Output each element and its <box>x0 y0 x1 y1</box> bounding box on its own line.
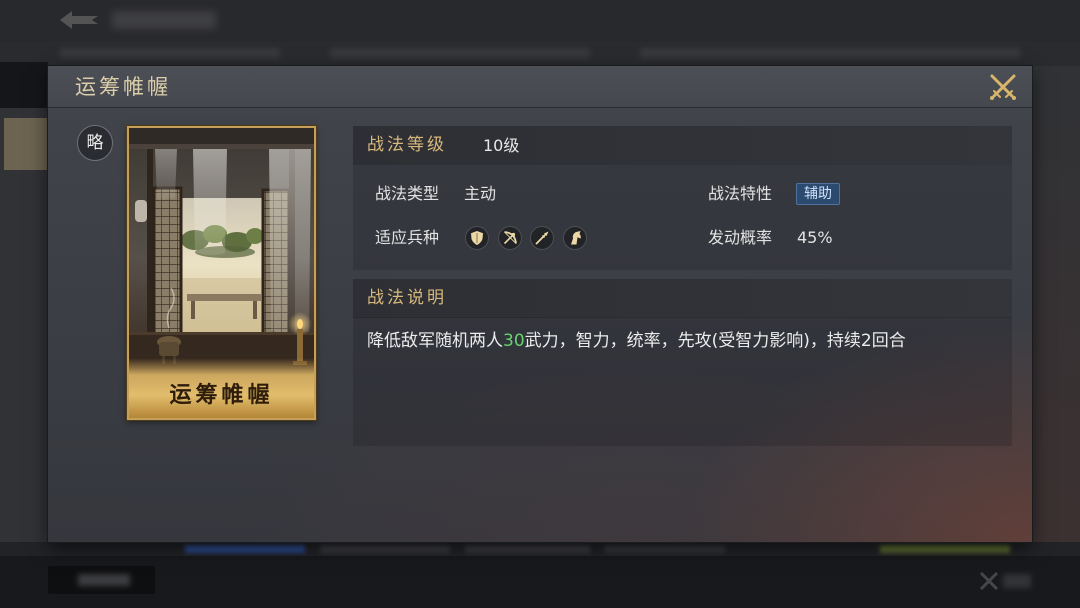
background-back-icon <box>58 8 102 32</box>
skill-card-name: 运筹帷幄 <box>169 382 274 408</box>
dialog-title: 运筹帷幄 <box>75 75 171 99</box>
shield-icon <box>465 226 489 250</box>
background-header-blur <box>112 11 216 29</box>
skill-level-header: 战法等级 10级 <box>353 126 1012 165</box>
background-left-tab <box>0 62 48 108</box>
skill-card: 运筹帷幄 <box>127 126 316 420</box>
skill-category-badge: 略 <box>77 125 113 161</box>
background-strip-bar <box>465 545 590 553</box>
background-strip-bar <box>880 545 1010 553</box>
skill-description-text: 降低敌军随机两人30武力，智力，统率，先攻(受智力影响)，持续2回合 <box>367 329 906 353</box>
skill-level-value: 10级 <box>483 136 520 155</box>
background-strip-bar <box>320 545 450 553</box>
trigger-rate-label: 发动概率 <box>708 228 773 247</box>
skill-trait-badge: 辅助 <box>796 183 840 205</box>
background-crossed-icon <box>978 570 1000 592</box>
skill-description-box: 降低敌军随机两人30武力，智力，统率，先攻(受智力影响)，持续2回合 <box>353 317 1012 446</box>
skill-type-value: 主动 <box>464 184 497 203</box>
skill-description-label: 战法说明 <box>367 288 447 308</box>
spear-icon <box>530 226 554 250</box>
dialog-title-bar: 运筹帷幄 <box>48 66 1032 108</box>
skill-card-artwork <box>129 128 314 418</box>
background-tab-blur <box>60 48 280 58</box>
background-left-tab-selected <box>4 118 48 170</box>
trigger-rate-value: 45% <box>797 228 833 247</box>
close-icon[interactable] <box>987 71 1019 103</box>
skill-info-panel: 战法类型 主动 战法特性 辅助 适应兵种 发动概率 45% <box>353 165 1012 270</box>
troop-types-label: 适应兵种 <box>375 228 440 247</box>
background-button-blur <box>78 574 130 586</box>
skill-description-header: 战法说明 <box>353 279 1012 318</box>
bow-icon <box>498 226 522 250</box>
background-strip-bar <box>185 545 305 553</box>
skill-detail-dialog: 运筹帷幄 略 运筹帷幄 战法等级 10级 战法类型 主动 战法特性 辅助 适应兵… <box>48 66 1032 542</box>
skill-trait-label: 战法特性 <box>708 184 773 203</box>
background-right-column <box>1032 66 1080 542</box>
skill-type-label: 战法类型 <box>375 184 440 203</box>
background-counter-blur <box>1003 574 1031 588</box>
description-highlight-value: 30 <box>503 331 525 351</box>
background-bottom-bar <box>0 556 1080 608</box>
background-tab-blur <box>640 48 1020 58</box>
description-text-before: 降低敌军随机两人 <box>367 331 503 351</box>
horse-icon <box>563 226 587 250</box>
background-strip-bar <box>605 545 725 553</box>
background-tab-blur <box>330 48 590 58</box>
description-text-after: 武力，智力，统率，先攻(受智力影响)，持续2回合 <box>524 331 906 351</box>
skill-level-label: 战法等级 <box>367 135 447 155</box>
